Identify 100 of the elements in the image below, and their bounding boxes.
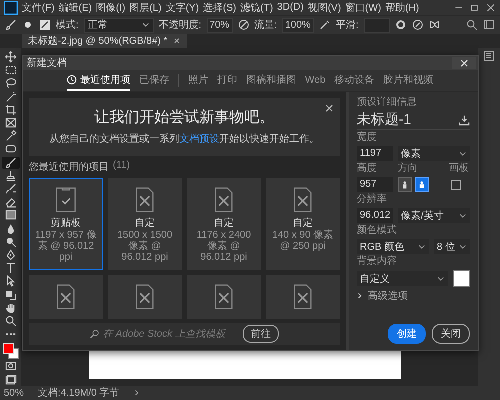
dialog-title: 新建文档 (27, 56, 67, 70)
person-icon (417, 180, 427, 190)
preset-card[interactable]: 自定 140 x 90 像素 @ 250 ppi (266, 178, 340, 270)
background-label: 背景内容 (357, 256, 398, 268)
opacity-label: 不透明度: (158, 18, 202, 32)
color-swatches[interactable] (2, 343, 18, 358)
chevron-down-icon (142, 21, 150, 29)
menu-item[interactable]: 文字(Y) (166, 0, 200, 14)
close-icon (460, 58, 468, 68)
category-tab[interactable]: 图稿和插图 (246, 70, 296, 91)
preset-name: 自定 (214, 218, 234, 230)
menu-item[interactable]: 图层(L) (130, 0, 162, 14)
recent-heading: 您最近使用的项目 (29, 160, 109, 174)
flow-label: 流量: (254, 18, 278, 32)
document-info: 文档:4.19M/0 字节 (38, 386, 120, 400)
chevron-down-icon (437, 274, 445, 282)
mode-dropdown[interactable]: 正常 (84, 18, 154, 32)
save-preset-icon[interactable] (459, 114, 470, 126)
background-dropdown[interactable]: 自定义 (357, 271, 448, 286)
close-button[interactable]: 关闭 (432, 324, 470, 344)
banner-text: 从您自己的文档设置或一系列文档预设开始以快速开始工作。 (50, 132, 320, 146)
brush-panel-icon[interactable] (39, 19, 51, 31)
preset-name: 剪贴板 (51, 218, 81, 230)
resolution-label: 分辨率 (357, 194, 388, 206)
chevron-down-icon (459, 212, 467, 220)
category-tab[interactable]: 打印 (217, 70, 238, 91)
chevron-right-icon[interactable] (134, 389, 141, 397)
width-field[interactable]: 1197 (357, 146, 393, 161)
chevron-down-icon (459, 242, 467, 250)
artboard-checkbox[interactable] (451, 180, 461, 190)
width-label: 宽度 (357, 132, 378, 144)
search-icon[interactable] (466, 19, 478, 31)
preset-card[interactable]: 自定 1500 x 1500 像素 @ 96.012 ppi (108, 178, 182, 270)
landscape-button[interactable] (415, 177, 429, 192)
preset-card[interactable]: 自定 1176 x 2400 像素 @ 96.012 ppi (187, 178, 261, 270)
mode-label: 模式: (56, 18, 79, 32)
symmetry-icon[interactable] (428, 19, 441, 31)
close-icon[interactable] (325, 104, 334, 113)
preset-size: 140 x 90 像素 @ 250 ppi (271, 230, 335, 252)
go-button[interactable]: 前往 (243, 325, 279, 343)
flow-field[interactable]: 100% (282, 18, 314, 32)
category-tab[interactable]: 胶片和视频 (384, 70, 434, 91)
preset-size: 1176 x 2400 像素 @ 96.012 ppi (196, 230, 252, 263)
smoothing-label: 平滑: (336, 19, 359, 32)
clock-icon (67, 75, 78, 85)
search-icon (90, 329, 100, 339)
app-logo (4, 0, 18, 14)
chevron-down-icon (418, 242, 426, 250)
category-tab[interactable]: Web (305, 72, 326, 90)
color-mode-label: 颜色模式 (357, 225, 398, 237)
chevron-down-icon (459, 150, 467, 158)
unit-dropdown[interactable]: 像素 (398, 146, 470, 161)
banner-heading: 让我们开始尝试新事物吧。 (94, 108, 274, 127)
document-name-field[interactable]: 未标题-1 (357, 111, 412, 129)
recent-count: (11) (113, 160, 130, 173)
panel-icon[interactable] (483, 50, 495, 62)
presets-link[interactable]: 文档预设 (180, 134, 220, 145)
restore-icon[interactable] (470, 2, 480, 12)
resolution-field[interactable]: 96.012 (357, 208, 393, 223)
brush-tool-icon[interactable] (2, 156, 20, 169)
preset-name: 自定 (293, 218, 313, 230)
close-button[interactable] (452, 57, 476, 69)
menu-item[interactable]: 图像(I) (96, 0, 126, 14)
resolution-unit-dropdown[interactable]: 像素/英寸 (398, 208, 470, 223)
workspace-icon[interactable] (483, 19, 495, 31)
preset-name: 自定 (135, 218, 155, 230)
menu-item[interactable]: 编辑(E) (58, 0, 92, 14)
menu-item[interactable]: 文件(F) (22, 0, 55, 14)
opacity-field[interactable]: 70% (206, 18, 233, 32)
background-swatch[interactable] (453, 270, 470, 287)
document-tab[interactable]: 未标题-2.jpg @ 50%(RGB/8#) * (22, 34, 187, 48)
menu-item[interactable]: 帮助(H) (385, 0, 420, 14)
section-heading: 预设详细信息 (357, 97, 418, 109)
brush-icon[interactable] (5, 19, 17, 31)
zoom-level: 50% (4, 388, 24, 398)
create-button[interactable]: 创建 (388, 324, 426, 344)
menu-item[interactable]: 滤镜(T) (240, 0, 274, 14)
menu-item[interactable]: 视图(V) (308, 0, 342, 14)
menu-item[interactable]: 选择(S) (203, 0, 236, 14)
portrait-button[interactable] (398, 177, 412, 192)
settings-icon[interactable] (394, 19, 407, 31)
category-tab[interactable]: 移动设备 (334, 70, 375, 91)
brush-preset-icon[interactable] (22, 19, 34, 31)
preset-size: 1500 x 1500 像素 @ 96.012 ppi (116, 230, 174, 263)
color-mode-dropdown[interactable]: RGB 颜色 (357, 239, 429, 254)
artboard-label: 画板 (449, 163, 469, 175)
advanced-options-toggle[interactable]: 高级选项 (357, 289, 470, 303)
category-tab[interactable]: 已保存 (139, 70, 170, 91)
close-icon[interactable] (172, 37, 181, 45)
menu-item[interactable]: 窗口(W) (345, 0, 382, 14)
height-field[interactable]: 957 (357, 177, 393, 192)
orientation-label: 方向 (398, 163, 419, 175)
preset-card[interactable]: 剪贴板 1197 x 957 像素 @ 96.012 ppi (29, 178, 103, 270)
menu-item[interactable]: 3D(D) (277, 2, 304, 13)
category-tab[interactable]: 照片 (188, 70, 208, 91)
bit-depth-dropdown[interactable]: 8 位 (434, 239, 470, 254)
stock-search-field[interactable]: 在 Adobe Stock 上查找模板 (90, 328, 233, 340)
preset-size: 1197 x 957 像素 @ 96.012 ppi (34, 230, 98, 263)
close-icon[interactable] (486, 2, 496, 12)
height-label: 高度 (357, 163, 378, 175)
